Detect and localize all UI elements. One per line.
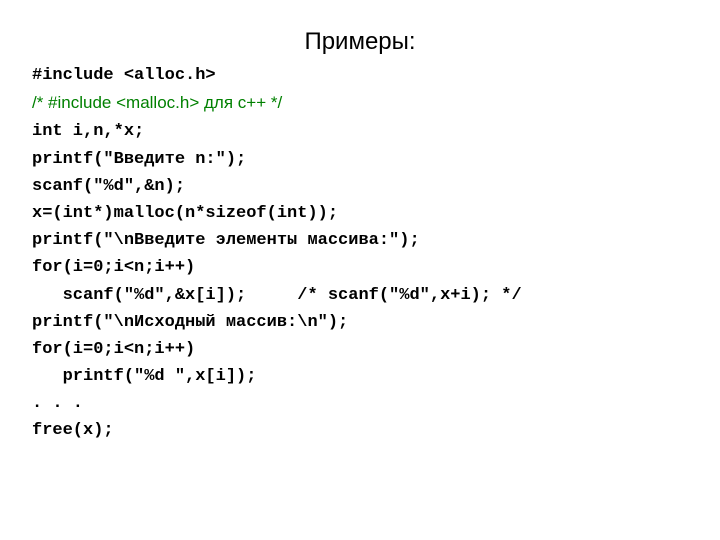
- code-listing: #include <alloc.h> /* #include <malloc.h…: [32, 62, 688, 445]
- code-line: for(i=0;i<n;i++): [32, 258, 195, 277]
- slide-page: Примеры: #include <alloc.h> /* #include …: [0, 0, 720, 540]
- code-line: printf("Введите n:");: [32, 150, 246, 169]
- code-line: x=(int*)malloc(n*sizeof(int));: [32, 204, 338, 223]
- code-line: . . .: [32, 394, 83, 413]
- code-line: free(x);: [32, 421, 114, 440]
- slide-title: Примеры:: [32, 28, 688, 56]
- code-line: #include <alloc.h>: [32, 66, 216, 85]
- code-comment-line: /* #include <malloc.h> для с++ */: [32, 93, 282, 112]
- code-line: scanf("%d",&n);: [32, 177, 185, 196]
- code-line: printf("%d ",x[i]);: [32, 367, 256, 386]
- code-line: printf("\nВведите элементы массива:");: [32, 231, 420, 250]
- code-line: printf("\nИсходный массив:\n");: [32, 313, 348, 332]
- code-line: scanf("%d",&x[i]); /* scanf("%d",x+i); *…: [32, 286, 522, 305]
- code-line: int i,n,*x;: [32, 122, 144, 141]
- code-line: for(i=0;i<n;i++): [32, 340, 195, 359]
